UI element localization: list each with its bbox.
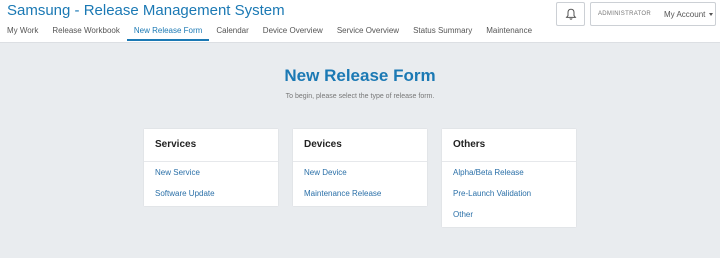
main-nav: My Work Release Workbook New Release For… — [0, 24, 539, 42]
nav-item-status-summary[interactable]: Status Summary — [406, 24, 479, 41]
link-alpha-beta-release[interactable]: Alpha/Beta Release — [442, 162, 576, 183]
card-services: Services New Service Software Update — [144, 129, 278, 206]
link-maintenance-release[interactable]: Maintenance Release — [293, 183, 427, 204]
link-software-update[interactable]: Software Update — [144, 183, 278, 204]
page-subtitle: To begin, please select the type of rele… — [285, 93, 435, 100]
link-other[interactable]: Other — [442, 204, 576, 225]
link-new-service[interactable]: New Service — [144, 162, 278, 183]
account-area: ADMINISTRATOR My Account — [590, 2, 716, 26]
card-devices: Devices New Device Maintenance Release — [293, 129, 427, 206]
link-pre-launch-validation[interactable]: Pre-Launch Validation — [442, 183, 576, 204]
bell-icon — [565, 8, 576, 20]
chevron-down-icon — [709, 12, 714, 16]
card-title: Others — [442, 129, 576, 162]
nav-item-new-release-form[interactable]: New Release Form — [126, 24, 210, 41]
card-title: Devices — [293, 129, 427, 162]
account-menu-button[interactable]: My Account — [664, 9, 714, 19]
app-title: Samsung - Release Management System — [7, 2, 285, 19]
card-title: Services — [144, 129, 278, 162]
nav-item-maintenance[interactable]: Maintenance — [479, 24, 539, 41]
user-role: ADMINISTRATOR — [598, 11, 652, 17]
link-new-device[interactable]: New Device — [293, 162, 427, 183]
top-bar: Samsung - Release Management System My W… — [0, 0, 720, 43]
card-others: Others Alpha/Beta Release Pre-Launch Val… — [442, 129, 576, 227]
nav-item-calendar[interactable]: Calendar — [209, 24, 255, 41]
nav-item-device-overview[interactable]: Device Overview — [256, 24, 330, 41]
nav-item-my-work[interactable]: My Work — [0, 24, 45, 41]
nav-item-service-overview[interactable]: Service Overview — [330, 24, 406, 41]
nav-item-release-workbook[interactable]: Release Workbook — [45, 24, 126, 41]
account-menu-label: My Account — [664, 9, 706, 19]
page-title: New Release Form — [284, 66, 436, 85]
notifications-button[interactable] — [556, 2, 585, 26]
